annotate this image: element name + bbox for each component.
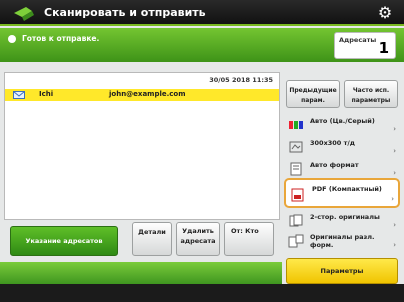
address-name: Ichi (39, 90, 54, 98)
status-icon (8, 35, 16, 43)
list-item[interactable]: Ichi john@example.com (5, 89, 279, 101)
chevron-right-icon: › (393, 221, 396, 229)
email-icon (13, 91, 25, 99)
chevron-right-icon: › (391, 195, 394, 203)
status-bar: Готов к отправке. Адресаты 1 (0, 28, 404, 62)
chevron-right-icon: › (393, 147, 396, 155)
settings-options: Авто (Цв./Серый) › 300x300 т/д › Авто фо… (284, 114, 400, 252)
previous-settings-button[interactable]: Предыдущие парам. (286, 80, 340, 108)
scan-size-icon (290, 162, 302, 176)
scan-send-icon (14, 7, 34, 21)
option-label: 2-стор. оригиналы (310, 213, 380, 221)
options-button[interactable]: Параметры (286, 258, 398, 284)
resolution-option[interactable]: 300x300 т/д › (284, 136, 400, 158)
pdf-icon (291, 188, 304, 202)
scan-send-screen: Сканировать и отправить ⚙ Готов к отправ… (0, 0, 404, 302)
option-label: 300x300 т/д (310, 139, 355, 147)
footer-band (0, 262, 282, 284)
favorite-settings-button[interactable]: Часто исп. параметры (344, 80, 398, 108)
duplex-icon (289, 214, 303, 227)
color-mode-option[interactable]: Авто (Цв./Серый) › (284, 114, 400, 136)
option-label: Авто (Цв./Серый) (310, 117, 375, 125)
address-count-label: Адресаты (339, 36, 377, 44)
scan-size-option[interactable]: Авто формат › (284, 158, 400, 180)
gear-icon[interactable]: ⚙ (374, 3, 396, 23)
address-list[interactable]: 30/05 2018 11:35 Ichi john@example.com (4, 72, 280, 220)
option-label: Оригиналы разл. форм. (310, 233, 375, 249)
address-email: john@example.com (109, 90, 186, 98)
mixed-sizes-icon (288, 234, 304, 248)
address-count-box: Адресаты 1 (334, 32, 396, 59)
resolution-icon (289, 141, 303, 153)
status-text: Готов к отправке. (22, 34, 100, 43)
from-button[interactable]: От: Кто (224, 222, 274, 256)
chevron-right-icon: › (393, 169, 396, 177)
specify-destinations-button[interactable]: Указание адресатов (10, 226, 118, 256)
address-count-value: 1 (378, 39, 389, 57)
duplex-option[interactable]: 2-стор. оригиналы › (284, 210, 400, 232)
chevron-right-icon: › (393, 125, 396, 133)
bottom-bar (0, 284, 404, 302)
title-bar: Сканировать и отправить ⚙ (0, 0, 404, 26)
mixed-sizes-option[interactable]: Оригиналы разл. форм. › (284, 230, 400, 252)
details-button[interactable]: Детали (132, 222, 172, 256)
chevron-right-icon: › (393, 241, 396, 249)
option-label: PDF (Компактный) (312, 185, 382, 193)
list-datetime: 30/05 2018 11:35 (209, 76, 273, 84)
option-label: Авто формат (310, 161, 359, 169)
delete-destination-button[interactable]: Удалить адресата (176, 222, 220, 256)
color-mode-icon (289, 121, 303, 129)
page-title: Сканировать и отправить (44, 6, 206, 19)
file-format-option[interactable]: PDF (Компактный) › (284, 178, 400, 208)
